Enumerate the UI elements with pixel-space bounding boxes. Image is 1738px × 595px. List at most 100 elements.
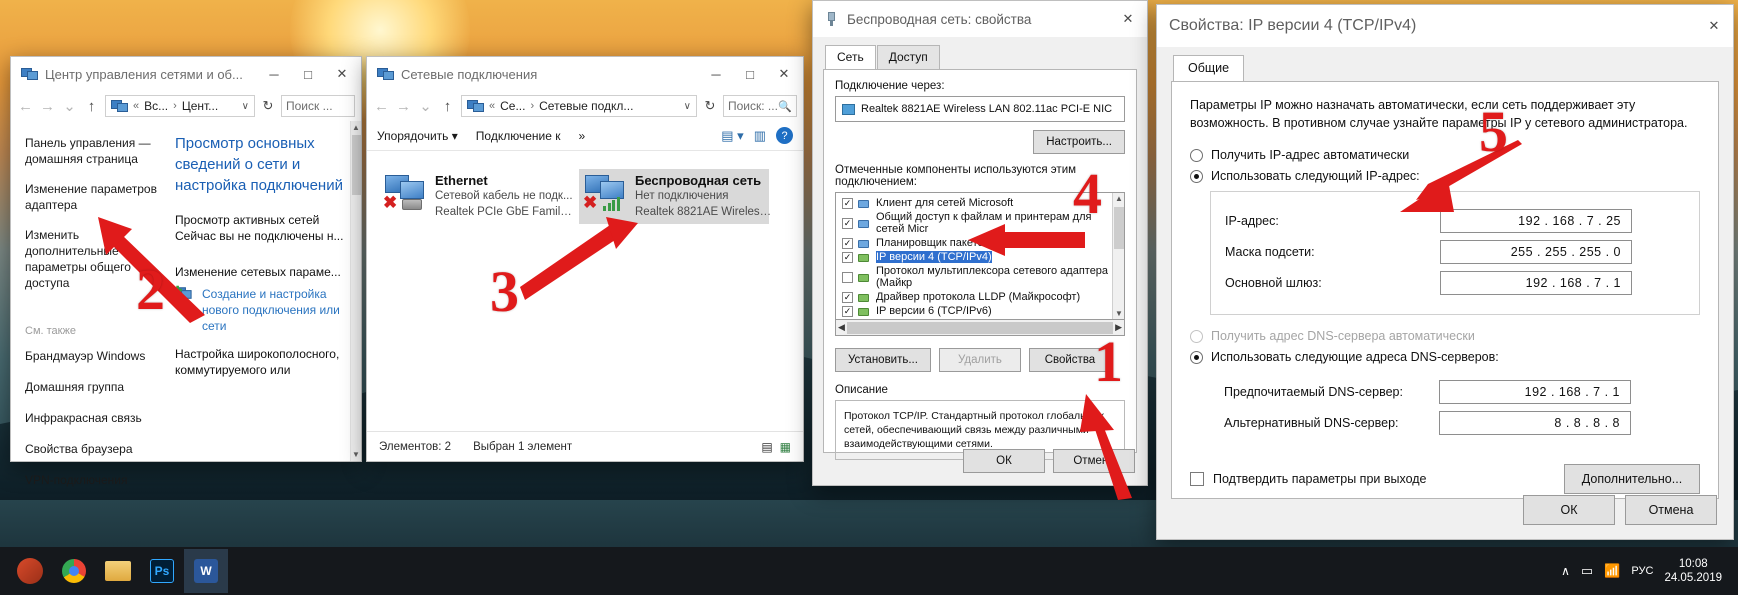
tab-general[interactable]: Общие	[1173, 55, 1245, 81]
view-options-icon[interactable]: ▤ ▾	[721, 128, 743, 144]
components-horizontal-scrollbar[interactable]: ◀ ▶	[835, 320, 1125, 336]
subnet-mask-input[interactable]: 255 . 255 . 255 . 0	[1440, 240, 1632, 264]
link-create-new-connection[interactable]: Создание и настройка нового подключения …	[202, 286, 344, 334]
up-button[interactable]: ↑	[439, 98, 456, 115]
taskbar[interactable]: Ps W ∧ ▭ 📶 РУС 10:08 24.05.2019	[0, 547, 1738, 595]
sidebar-link-control-panel-home[interactable]: Панель управления — домашняя страница	[25, 135, 163, 167]
window2-close-button[interactable]: ✕	[767, 59, 801, 89]
cancel-button[interactable]: Отмена	[1625, 495, 1717, 525]
window4-tabs[interactable]: Общие	[1157, 47, 1733, 81]
window4-titlebar[interactable]: Свойства: IP версии 4 (TCP/IPv4) ✕	[1157, 5, 1733, 47]
see-also-infrared[interactable]: Инфракрасная связь	[25, 411, 163, 425]
scrollbar-thumb[interactable]	[352, 135, 361, 195]
tray-battery-icon[interactable]: ▭	[1581, 563, 1593, 579]
window3-close-button[interactable]: ✕	[1111, 4, 1145, 34]
more-commands-button[interactable]: »	[578, 129, 585, 143]
checkbox-unchecked[interactable]	[842, 271, 853, 283]
window1-close-button[interactable]: ✕	[325, 59, 359, 89]
taskbar-clock[interactable]: 10:08 24.05.2019	[1664, 557, 1722, 585]
see-also-homegroup[interactable]: Домашняя группа	[25, 380, 163, 394]
validate-settings-checkbox-row[interactable]: Подтвердить параметры при выходе	[1190, 472, 1427, 486]
see-also-vpn[interactable]: VPN-подключения	[25, 473, 163, 487]
window3-tabs[interactable]: Сеть Доступ	[813, 37, 1147, 69]
breadcrumb[interactable]: « Вс... › Цент... ∨	[105, 95, 255, 117]
window2-maximize-button[interactable]: □	[733, 59, 767, 89]
checkbox-checked[interactable]: ✓	[842, 237, 853, 249]
dialog-tcpipv4-properties[interactable]: Свойства: IP версии 4 (TCP/IPv4) ✕ Общие…	[1156, 4, 1734, 540]
window2-navbar[interactable]: ← → ⌄ ↑ « Се... › Сетевые подкл... ∨ ↻ П…	[367, 91, 803, 121]
forward-button[interactable]: →	[39, 98, 56, 115]
search-input[interactable]: Поиск ...	[281, 95, 355, 117]
back-button[interactable]: ←	[373, 98, 390, 115]
recent-locations-button[interactable]: ⌄	[417, 97, 434, 115]
connect-to-menu[interactable]: Подключение к	[476, 129, 561, 143]
component-item[interactable]: Протокол мультиплексора сетевого адаптер…	[838, 264, 1122, 290]
radio-auto-dns[interactable]: Получить адрес DNS-сервера автоматически	[1190, 329, 1700, 343]
checkbox-checked[interactable]: ✓	[842, 291, 853, 303]
window3-titlebar[interactable]: Беспроводная сеть: свойства ✕	[813, 1, 1147, 37]
link-setup-broadband[interactable]: Настройка широкополосного, коммутируемог…	[175, 346, 344, 378]
checkbox-checked[interactable]: ✓	[842, 217, 853, 229]
scroll-left-icon[interactable]: ◀	[838, 322, 845, 333]
chevron-down-icon[interactable]: ∨	[242, 101, 249, 112]
tray-network-icon[interactable]: 📶	[1604, 563, 1620, 579]
checkbox-checked[interactable]: ✓	[842, 251, 853, 263]
ok-button[interactable]: ОК	[1523, 495, 1615, 525]
window2-titlebar[interactable]: Сетевые подключения ─ □ ✕	[367, 57, 803, 91]
sidebar-link-change-adapter-settings[interactable]: Изменение параметров адаптера	[25, 181, 163, 213]
checkbox-checked[interactable]: ✓	[842, 305, 853, 317]
chevron-down-icon[interactable]: ∨	[684, 101, 691, 112]
start-button[interactable]	[8, 549, 52, 593]
checkbox-checked[interactable]: ✓	[842, 197, 853, 209]
advanced-button[interactable]: Дополнительно...	[1564, 464, 1700, 494]
breadcrumb-segment-1[interactable]: Се...	[500, 99, 525, 113]
tray-language-indicator[interactable]: РУС	[1631, 565, 1653, 577]
alternate-dns-input[interactable]: 8 . 8 . 8 . 8	[1439, 411, 1631, 435]
tab-sharing[interactable]: Доступ	[876, 45, 940, 69]
taskbar-explorer-icon[interactable]	[96, 549, 140, 593]
help-icon[interactable]: ?	[776, 127, 793, 144]
taskbar-word-icon[interactable]: W	[184, 549, 228, 593]
checkbox[interactable]	[1190, 472, 1204, 486]
preferred-dns-input[interactable]: 192 . 168 . 7 . 1	[1439, 380, 1631, 404]
radio-button[interactable]	[1190, 329, 1203, 343]
see-also-browser-props[interactable]: Свойства браузера	[25, 442, 163, 456]
install-button[interactable]: Установить...	[835, 348, 931, 372]
show-hidden-icons-chevron[interactable]: ∧	[1561, 564, 1570, 578]
breadcrumb-segment-1[interactable]: Вс...	[144, 99, 168, 113]
up-button[interactable]: ↑	[83, 98, 100, 115]
breadcrumb-segment-2[interactable]: Цент...	[182, 99, 218, 113]
component-item[interactable]: ✓ IP версии 6 (TCP/IPv6)	[838, 304, 1122, 318]
component-item[interactable]: ✓ Драйвер протокола LLDP (Майкрософт)	[838, 290, 1122, 304]
window2-minimize-button[interactable]: ─	[699, 59, 733, 89]
tab-network[interactable]: Сеть	[825, 45, 876, 69]
tiles-view-icon[interactable]: ▦	[780, 440, 791, 454]
window1-navbar[interactable]: ← → ⌄ ↑ « Вс... › Цент... ∨ ↻ Поиск ...	[11, 91, 361, 121]
taskbar-chrome-icon[interactable]	[52, 549, 96, 593]
radio-button-selected[interactable]	[1190, 350, 1203, 364]
window1-minimize-button[interactable]: ─	[257, 59, 291, 89]
forward-button[interactable]: →	[395, 98, 412, 115]
radio-manual-dns[interactable]: Использовать следующие адреса DNS-сервер…	[1190, 350, 1700, 364]
recent-locations-button[interactable]: ⌄	[61, 97, 78, 115]
components-vertical-scrollbar[interactable]: ▲ ▼	[1112, 193, 1124, 319]
radio-button-selected[interactable]	[1190, 169, 1203, 183]
breadcrumb[interactable]: « Се... › Сетевые подкл... ∨	[461, 95, 697, 117]
configure-button[interactable]: Настроить...	[1033, 130, 1125, 154]
preview-pane-icon[interactable]: ▥	[754, 128, 766, 144]
breadcrumb-segment-2[interactable]: Сетевые подкл...	[539, 99, 633, 113]
organize-menu[interactable]: Упорядочить ▾	[377, 129, 458, 143]
ok-button[interactable]: ОК	[963, 449, 1045, 473]
refresh-icon[interactable]: ↻	[260, 98, 276, 114]
back-button[interactable]: ←	[17, 98, 34, 115]
details-view-icon[interactable]: ▤	[761, 440, 772, 454]
window1-scrollbar[interactable]: ▲ ▼	[350, 121, 361, 461]
window2-toolbar[interactable]: Упорядочить ▾ Подключение к » ▤ ▾ ▥ ?	[367, 121, 803, 151]
window4-close-button[interactable]: ✕	[1697, 11, 1731, 41]
taskbar-photoshop-icon[interactable]: Ps	[140, 549, 184, 593]
system-tray[interactable]: ∧ ▭ 📶 РУС 10:08 24.05.2019	[1561, 557, 1730, 585]
see-also-firewall[interactable]: Брандмауэр Windows	[25, 349, 163, 363]
default-gateway-input[interactable]: 192 . 168 . 7 . 1	[1440, 271, 1632, 295]
search-icon[interactable]: 🔍	[778, 100, 792, 113]
window1-titlebar[interactable]: Центр управления сетями и об... ─ □ ✕	[11, 57, 361, 91]
